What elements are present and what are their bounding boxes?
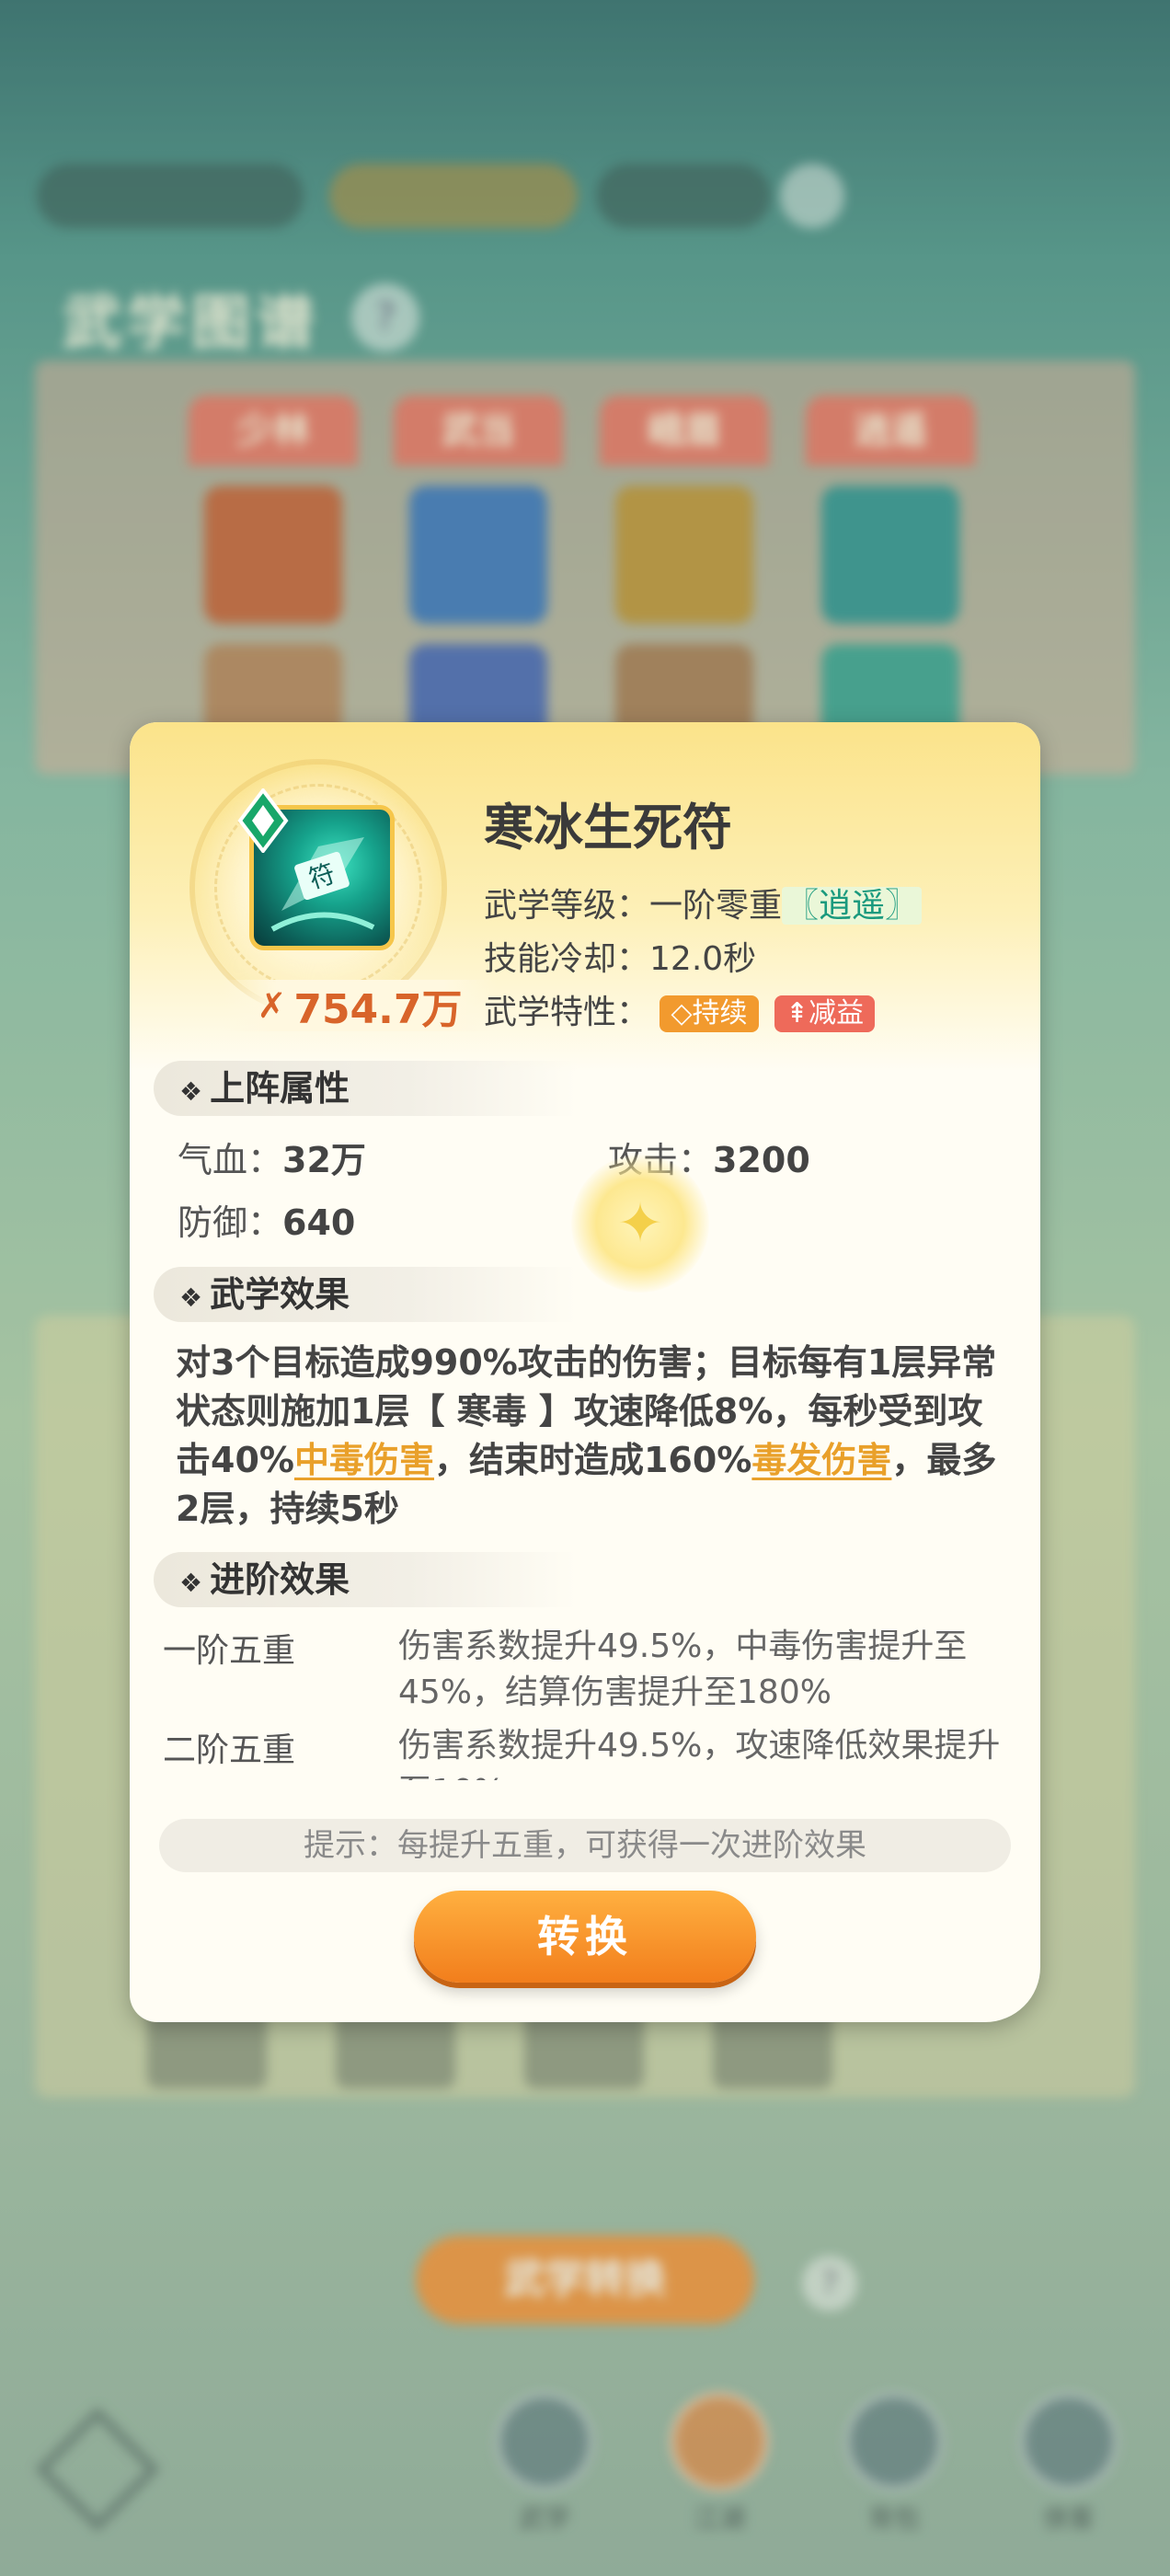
debuff-arrow-icon: ⇞	[786, 997, 809, 1029]
section-marker-icon: ❖	[179, 1282, 203, 1313]
level-value: 一阶零重	[649, 887, 783, 925]
sparkle-icon: ✦	[616, 1191, 664, 1256]
traits-label: 武学特性：	[484, 994, 650, 1031]
stat-hp: 气血：32万	[178, 1140, 366, 1180]
poison-damage-link[interactable]: 中毒伤害	[294, 1440, 434, 1480]
traits-line: 武学特性： ◇持续 ⇞减益	[484, 985, 880, 1033]
section-marker-icon: ❖	[179, 1568, 203, 1598]
stat-defense: 防御：640	[178, 1202, 356, 1243]
skill-level-line: 武学等级：一阶零重 〖逍遥〗	[484, 879, 923, 926]
hint-bar: 提示：每提升五重，可获得一次进阶效果	[159, 1819, 1011, 1872]
rarity-gem-icon	[237, 788, 289, 853]
cooldown-line: 技能冷却：12.0秒	[484, 932, 756, 980]
cooldown-value: 12.0秒	[649, 940, 757, 978]
level-label: 武学等级：	[484, 887, 650, 925]
trait-badge-debuff: ⇞减益	[774, 995, 876, 1032]
trait-badge-duration: ◇持续	[660, 995, 759, 1032]
poison-burst-link[interactable]: 毒发伤害	[751, 1440, 891, 1480]
skill-detail-modal: 符 ✗ 754.7万 寒冰生死符 武学等级：一阶零重 〖逍遥〗 技能冷却：12.0…	[130, 722, 1040, 2022]
power-value: 754.7万	[293, 986, 463, 1033]
section-advance-header: ❖ 进阶效果	[154, 1552, 577, 1607]
school-tag: 〖逍遥〗	[782, 887, 923, 925]
skill-name: 寒冰生死符	[484, 799, 732, 857]
advance-list[interactable]: 一阶五重 伤害系数提升49.5%，中毒伤害提升至45%，结算伤害提升至180%	[130, 1624, 1040, 1716]
power-swords-icon: ✗	[257, 985, 287, 1026]
effect-description: 对3个目标造成990%攻击的伤害；目标每有1层异常状态则施加1层【 寒毒 】攻速…	[176, 1342, 997, 1529]
section-stats-header: ❖ 上阵属性	[154, 1061, 577, 1116]
section-effect-header: ❖ 武学效果	[154, 1267, 577, 1322]
advance-list-clip[interactable]: 二阶五重 伤害系数提升49.5%，攻速降低效果提升至10%	[130, 1723, 1040, 1780]
glow-orb: ✦	[571, 1155, 709, 1293]
combat-power: ✗ 754.7万	[222, 980, 498, 1033]
section-marker-icon: ❖	[179, 1076, 203, 1107]
convert-button[interactable]: 转换	[414, 1891, 756, 1983]
clock-icon: ◇	[671, 997, 693, 1029]
cooldown-label: 技能冷却：	[484, 940, 650, 978]
